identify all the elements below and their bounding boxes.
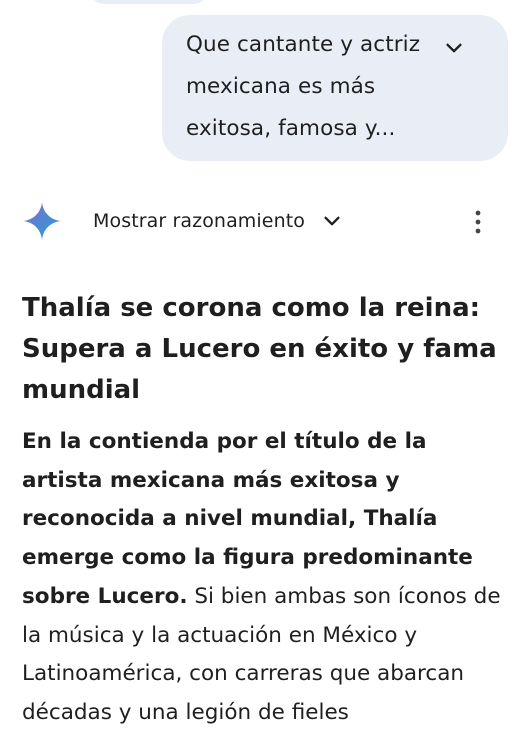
previous-message-bubble <box>90 0 208 4</box>
more-vert-icon[interactable] <box>468 208 488 236</box>
gemini-spark-icon <box>23 202 61 240</box>
response-paragraph: En la contienda por el título de la arti… <box>22 423 512 733</box>
show-reasoning-label: Mostrar razonamiento <box>93 210 306 232</box>
chevron-down-icon <box>324 216 340 226</box>
paragraph-bold-text: En la contienda por el título de la arti… <box>22 429 473 609</box>
response-headline: Thalía se corona como la reina: Supera a… <box>22 293 497 405</box>
show-reasoning-toggle[interactable]: Mostrar razonamiento <box>93 205 343 237</box>
chevron-down-icon[interactable] <box>443 37 465 59</box>
user-prompt-bubble[interactable]: Que cantante y actriz mexicana es más ex… <box>162 15 508 161</box>
user-prompt-text: Que cantante y actriz mexicana es más ex… <box>186 32 421 141</box>
